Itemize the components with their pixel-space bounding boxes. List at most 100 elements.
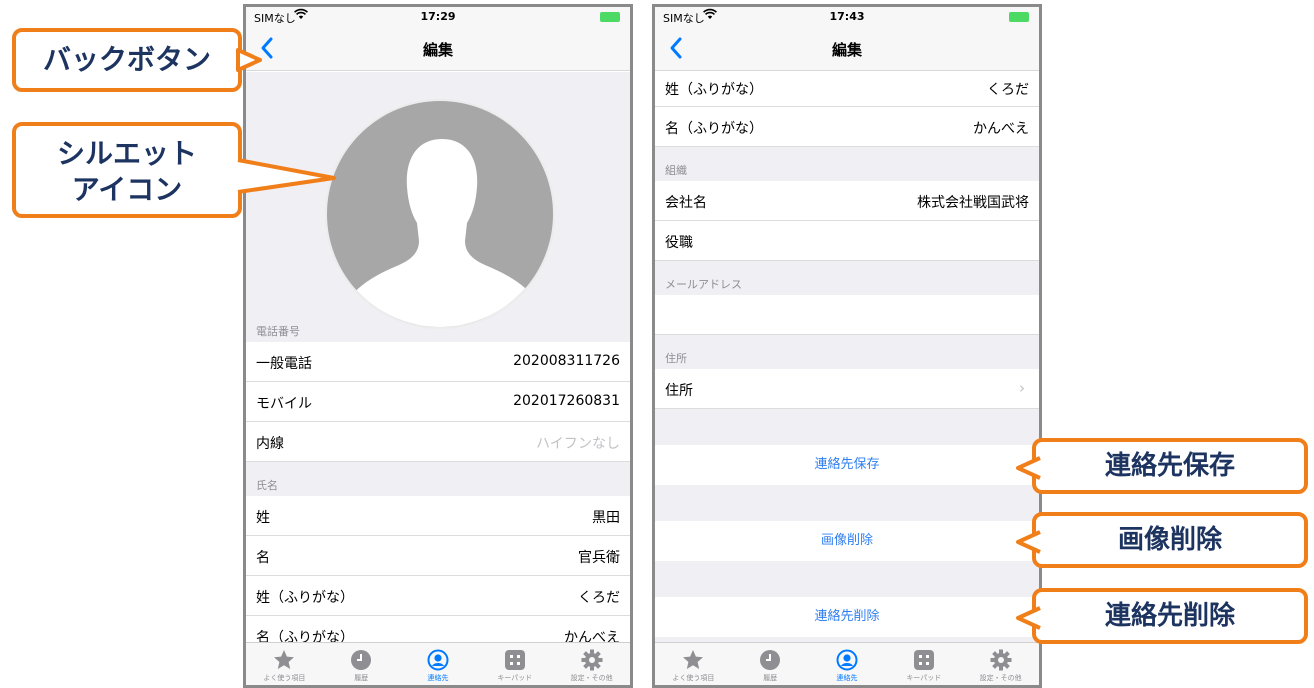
row-label: 役職 bbox=[665, 235, 693, 251]
status-time: 17:29 bbox=[420, 10, 456, 23]
tab-bar: よく使う項目 履歴 連絡先 キーパッド 設定・その他 bbox=[246, 642, 630, 685]
person-circle-icon bbox=[427, 649, 449, 671]
callout-text: 画像削除 bbox=[1117, 525, 1222, 555]
callout-delete-contact: 連絡先削除 bbox=[1016, 588, 1308, 644]
row-value: 202017260831 bbox=[513, 393, 620, 409]
save-contact-button[interactable]: 連絡先保存 bbox=[655, 445, 1039, 485]
phone-row-extension[interactable]: 内線 ハイフンなし bbox=[246, 422, 630, 462]
name-row-last-kana[interactable]: 姓（ふりがな） くろだ bbox=[246, 576, 630, 616]
callout-pointer bbox=[1016, 530, 1041, 554]
gear-icon bbox=[581, 649, 603, 671]
row-value: くろだ bbox=[987, 82, 1029, 98]
edit-form[interactable]: 姓（ふりがな） くろだ 名（ふりがな） かんべえ 組織 会社名 株式会社戦国武将… bbox=[655, 71, 1039, 642]
row-label: 姓（ふりがな） bbox=[665, 82, 763, 98]
gear-icon bbox=[990, 649, 1012, 671]
tab-history[interactable]: 履歴 bbox=[323, 643, 400, 685]
callout-pointer bbox=[1016, 456, 1041, 480]
section-header-name: 氏名 bbox=[256, 479, 278, 492]
keypad-icon bbox=[504, 650, 525, 670]
row-label: 会社名 bbox=[665, 195, 707, 211]
tab-keypad[interactable]: キーパッド bbox=[476, 643, 553, 685]
status-time: 17:43 bbox=[829, 10, 865, 23]
star-icon bbox=[683, 650, 704, 669]
callout-text: シルエット bbox=[56, 137, 197, 170]
silhouette-avatar-icon[interactable] bbox=[325, 99, 555, 329]
tab-label: キーパッド bbox=[497, 674, 533, 682]
phone-row-mobile[interactable]: モバイル 202017260831 bbox=[246, 382, 630, 422]
tab-history[interactable]: 履歴 bbox=[732, 643, 809, 685]
tab-label: 連絡先 bbox=[836, 674, 858, 682]
row-label: 内線 bbox=[256, 436, 284, 452]
navigation-bar: 編集 bbox=[655, 27, 1039, 71]
tab-label: 設定・その他 bbox=[979, 674, 1022, 682]
person-circle-icon bbox=[836, 649, 858, 671]
address-row[interactable]: 住所 › bbox=[655, 369, 1039, 409]
org-row-title[interactable]: 役職 bbox=[655, 221, 1039, 261]
row-label: 住所 bbox=[665, 383, 693, 399]
star-icon bbox=[274, 650, 295, 669]
phone-row-general[interactable]: 一般電話 202008311726 bbox=[246, 342, 630, 382]
row-value: かんべえ bbox=[973, 121, 1029, 137]
callout-delete-image: 画像削除 bbox=[1016, 512, 1308, 568]
row-value: 202008311726 bbox=[513, 353, 620, 369]
chevron-right-icon: › bbox=[1019, 379, 1025, 397]
battery-icon bbox=[600, 12, 620, 22]
clock-icon bbox=[351, 650, 372, 670]
row-value: くろだ bbox=[578, 590, 620, 606]
callout-text: バックボタン bbox=[42, 43, 211, 76]
callout-text: 連絡先保存 bbox=[1104, 451, 1235, 481]
callout-pointer bbox=[237, 158, 336, 194]
row-label: 姓 bbox=[256, 510, 270, 526]
callout-pointer bbox=[1016, 606, 1041, 630]
email-row[interactable] bbox=[655, 295, 1039, 335]
tab-label: キーパッド bbox=[906, 674, 942, 682]
tab-keypad[interactable]: キーパッド bbox=[885, 643, 962, 685]
tab-label: よく使う項目 bbox=[672, 674, 715, 682]
callout-text: 連絡先削除 bbox=[1104, 601, 1235, 631]
clock-icon bbox=[760, 650, 781, 670]
name-row-first-kana[interactable]: 名（ふりがな） かんべえ bbox=[655, 107, 1039, 147]
callout-text: アイコン bbox=[71, 173, 183, 206]
tab-label: 履歴 bbox=[763, 674, 778, 682]
callout-back-button: バックボタン bbox=[12, 28, 262, 92]
tab-favorites[interactable]: よく使う項目 bbox=[655, 643, 732, 685]
callout-silhouette-icon: シルエット アイコン bbox=[12, 122, 336, 218]
page-title: 編集 bbox=[831, 41, 862, 59]
tab-label: 履歴 bbox=[354, 674, 369, 682]
tab-bar: よく使う項目 履歴 連絡先 キーパッド 設定・その他 bbox=[655, 642, 1039, 685]
tab-contacts[interactable]: 連絡先 bbox=[809, 643, 886, 685]
delete-image-button[interactable]: 画像削除 bbox=[655, 521, 1039, 561]
status-bar: SIMなし 17:43 bbox=[655, 7, 1039, 27]
navigation-bar: 編集 bbox=[246, 27, 630, 71]
tab-favorites[interactable]: よく使う項目 bbox=[246, 643, 323, 685]
row-value: 株式会社戦国武将 bbox=[917, 195, 1029, 211]
tab-label: 設定・その他 bbox=[570, 674, 613, 682]
tab-settings[interactable]: 設定・その他 bbox=[962, 643, 1039, 685]
tab-label: 連絡先 bbox=[427, 674, 449, 682]
battery-icon bbox=[1009, 12, 1029, 22]
section-header-email: メールアドレス bbox=[665, 278, 742, 291]
status-bar: SIMなし 17:29 bbox=[246, 7, 630, 27]
extension-placeholder: ハイフンなし bbox=[536, 436, 620, 452]
phone-screen-left: SIMなし 17:29 編集 電話番号 一般電話 202008311726 モバ… bbox=[243, 4, 633, 688]
callout-pointer bbox=[236, 48, 262, 72]
row-label: 名（ふりがな） bbox=[665, 121, 763, 137]
org-row-company[interactable]: 会社名 株式会社戦国武将 bbox=[655, 181, 1039, 221]
section-header-organization: 組織 bbox=[665, 164, 687, 177]
name-row-last-kana[interactable]: 姓（ふりがな） くろだ bbox=[655, 71, 1039, 107]
tab-label: よく使う項目 bbox=[263, 674, 306, 682]
name-row-first[interactable]: 名 官兵衛 bbox=[246, 536, 630, 576]
tab-contacts[interactable]: 連絡先 bbox=[400, 643, 477, 685]
row-value: 黒田 bbox=[592, 510, 620, 526]
callout-save-contact: 連絡先保存 bbox=[1016, 438, 1308, 494]
page-title: 編集 bbox=[422, 41, 453, 59]
keypad-icon bbox=[913, 650, 934, 670]
delete-contact-button[interactable]: 連絡先削除 bbox=[655, 597, 1039, 637]
name-row-last[interactable]: 姓 黒田 bbox=[246, 496, 630, 536]
phone-screen-right: SIMなし 17:43 編集 姓（ふりがな） くろだ 名（ふりがな） かんべえ … bbox=[652, 4, 1042, 688]
row-value: 官兵衛 bbox=[578, 550, 620, 566]
row-label: モバイル bbox=[256, 396, 312, 412]
row-label: 名（ふりがな） bbox=[256, 630, 354, 642]
tab-settings[interactable]: 設定・その他 bbox=[553, 643, 630, 685]
name-row-first-kana[interactable]: 名（ふりがな） かんべえ bbox=[246, 616, 630, 642]
